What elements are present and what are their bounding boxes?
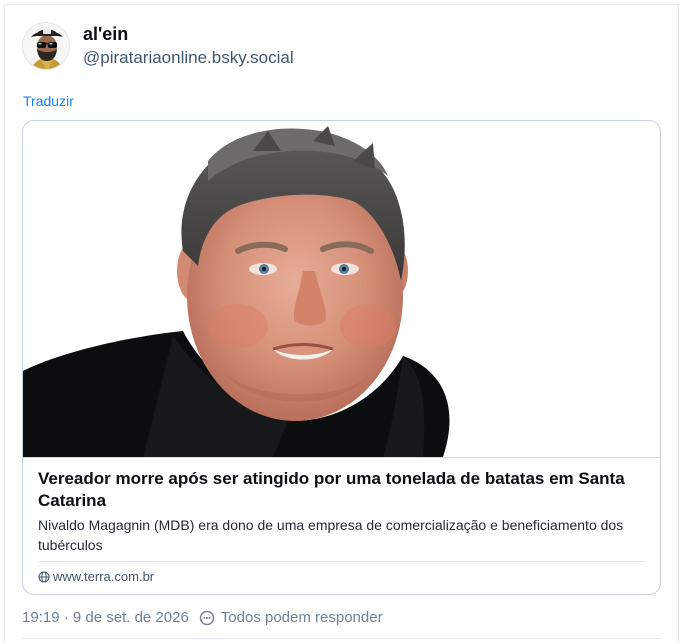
author-display-name[interactable]: al'ein xyxy=(83,22,294,46)
author-names: al'ein @piratariaonline.bsky.social xyxy=(83,22,294,70)
globe-icon xyxy=(38,571,50,583)
author-avatar[interactable] xyxy=(22,22,70,70)
link-preview-card[interactable]: Vereador morre após ser atingido por uma… xyxy=(22,120,661,595)
post-timestamp[interactable]: 19:19 · 9 de set. de 2026 xyxy=(22,608,189,628)
post-meta: 19:19 · 9 de set. de 2026 Todos podem re… xyxy=(22,608,383,628)
post-header: al'ein @piratariaonline.bsky.social xyxy=(22,22,294,70)
card-footer-divider xyxy=(38,561,646,562)
avatar-pirate-image xyxy=(23,23,69,69)
link-preview-image xyxy=(23,121,660,457)
link-card-title[interactable]: Vereador morre após ser atingido por uma… xyxy=(38,468,648,512)
translate-link[interactable]: Traduzir xyxy=(23,92,74,110)
chat-bubble-icon xyxy=(199,610,214,626)
bottom-divider xyxy=(22,638,661,639)
author-handle[interactable]: @piratariaonline.bsky.social xyxy=(83,46,294,70)
reply-setting-label: Todos podem responder xyxy=(220,609,383,626)
link-card-domain-text: www.terra.com.br xyxy=(53,569,155,584)
link-card-domain: www.terra.com.br xyxy=(38,569,154,585)
card-image-divider xyxy=(23,457,660,458)
link-card-description: Nivaldo Magagnin (MDB) era dono de uma e… xyxy=(38,517,624,553)
